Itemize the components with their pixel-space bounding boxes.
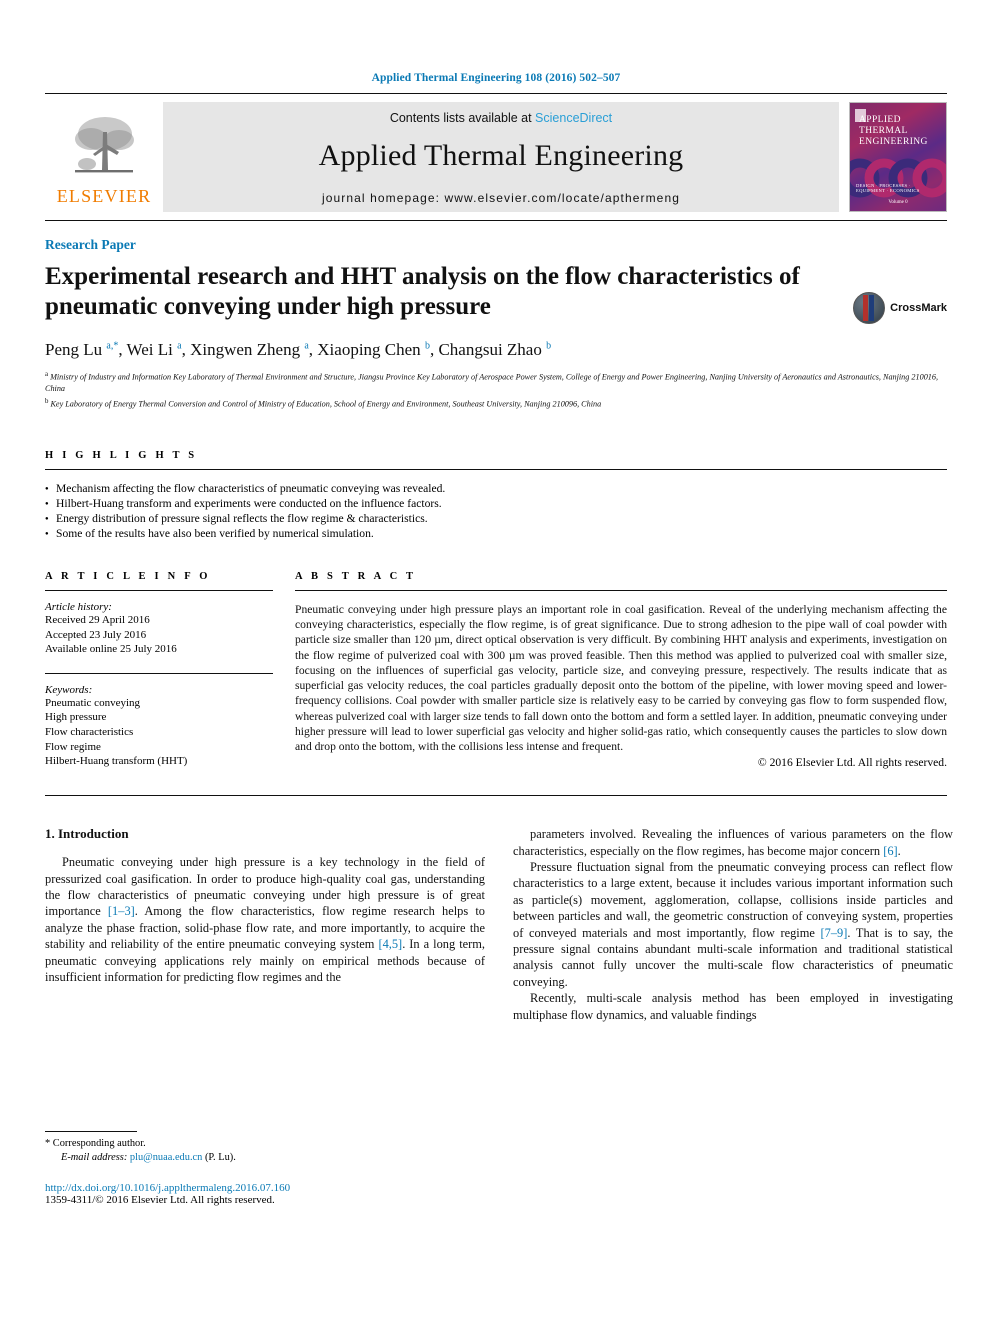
list-item: Hilbert-Huang transform and experiments … (45, 496, 947, 512)
history-available-online: Available online 25 July 2016 (45, 643, 177, 656)
journal-homepage-link[interactable]: journal homepage: www.elsevier.com/locat… (322, 191, 680, 205)
section-heading-introduction: 1. Introduction (45, 826, 129, 842)
affiliation-b: b Key Laboratory of Energy Thermal Conve… (45, 398, 602, 409)
citation-ref[interactable]: [7–9] (821, 926, 848, 940)
citation-ref[interactable]: [4,5] (378, 937, 402, 951)
email-note: E-mail address: plu@nuaa.edu.cn (P. Lu). (45, 1151, 485, 1165)
body-divider (45, 795, 947, 797)
crossmark-badge[interactable]: CrossMark (853, 292, 947, 324)
cover-title-line2: THERMAL (859, 126, 908, 136)
keyword-item: Flow characteristics (45, 726, 134, 739)
article-info-label: A R T I C L E I N F O (45, 571, 211, 583)
paper-page: Applied Thermal Engineering 108 (2016) 5… (0, 0, 992, 1323)
cover-footer-text: DESIGN · PROCESSES · EQUIPMENT · ECONOMI… (856, 183, 920, 193)
paragraph-text: Recently, multi-scale analysis method ha… (513, 991, 953, 1022)
footnotes: * Corresponding author. E-mail address: … (45, 1131, 485, 1206)
contents-prefix: Contents lists available at (389, 111, 536, 125)
highlights-label: H I G H L I G H T S (45, 450, 198, 462)
body-columns: 1. Introduction Pneumatic conveying unde… (45, 826, 953, 1206)
citation-ref[interactable]: [6] (883, 844, 897, 858)
body-column-right: parameters involved. Revealing the influ… (513, 826, 953, 1206)
citation-ref[interactable]: [1–3] (108, 904, 135, 918)
affiliation-a: a Ministry of Industry and Information K… (45, 371, 939, 393)
abstract-section: A B S T R A C T Pneumatic conveying unde… (295, 571, 947, 769)
email-owner: (P. Lu). (204, 1151, 236, 1163)
paragraph: Pneumatic conveying under high pressure … (45, 854, 485, 985)
crossmark-red-bar (863, 295, 869, 321)
running-head: Applied Thermal Engineering 108 (2016) 5… (371, 72, 621, 84)
article-info-section: A R T I C L E I N F O Article history: R… (45, 571, 273, 769)
keyword-item: Pneumatic conveying (45, 696, 141, 709)
contents-available-line: Contents lists available at ScienceDirec… (390, 111, 612, 125)
paragraph: Recently, multi-scale analysis method ha… (513, 990, 953, 1023)
highlights-list: Mechanism affecting the flow characteris… (45, 481, 947, 542)
elsevier-wordmark: ELSEVIER (56, 185, 152, 206)
paragraph: parameters involved. Revealing the influ… (513, 826, 953, 859)
cover-title: APPLIED THERMAL ENGINEERING (859, 115, 928, 148)
abstract-divider (295, 590, 947, 592)
footnote-divider (45, 1131, 137, 1133)
crossmark-blue-bar (869, 295, 875, 321)
paragraph-text: . (897, 843, 901, 858)
abstract-text: Pneumatic conveying under high pressure … (295, 603, 947, 753)
email-link[interactable]: plu@nuaa.edu.cn (130, 1152, 202, 1163)
keyword-item: Hilbert-Huang transform (HHT) (45, 755, 188, 768)
doi-block: http://dx.doi.org/10.1016/j.applthermale… (45, 1182, 485, 1206)
keyword-item: High pressure (45, 711, 107, 724)
corresponding-author-note: * Corresponding author. (45, 1138, 146, 1150)
crossmark-label: CrossMark (890, 302, 947, 314)
journal-band: Contents lists available at ScienceDirec… (163, 102, 839, 212)
article-info-divider (45, 590, 273, 592)
cover-title-line3: ENGINEERING (859, 137, 928, 147)
elsevier-logo: ELSEVIER (45, 94, 163, 220)
cover-volume-text: Volume 0 (888, 200, 908, 205)
cover-rings-graphic (850, 158, 946, 198)
article-history-label: Article history: (45, 601, 112, 614)
highlights-section: H I G H L I G H T S Mechanism affecting … (45, 450, 947, 542)
email-label: E-mail address: (61, 1151, 128, 1163)
history-received: Received 29 April 2016 (45, 614, 150, 627)
list-item: Mechanism affecting the flow characteris… (45, 481, 947, 497)
issn-copyright: 1359-4311/© 2016 Elsevier Ltd. All right… (45, 1194, 275, 1207)
info-abstract-row: A R T I C L E I N F O Article history: R… (45, 571, 947, 769)
doi-link[interactable]: http://dx.doi.org/10.1016/j.applthermale… (45, 1182, 485, 1194)
crossmark-icon (853, 292, 886, 324)
keywords-label: Keywords: (45, 683, 93, 696)
abstract-label: A B S T R A C T (295, 571, 417, 583)
paragraph: Pressure fluctuation signal from the pne… (513, 859, 953, 990)
journal-cover-thumbnail: APPLIED THERMAL ENGINEERING DESIGN · PRO… (849, 102, 947, 212)
list-item: Energy distribution of pressure signal r… (45, 511, 947, 527)
history-accepted: Accepted 23 July 2016 (45, 628, 147, 641)
article-type-label: Research Paper (45, 237, 136, 252)
elsevier-tree-icon (75, 116, 134, 172)
keywords-divider (45, 672, 273, 674)
cover-title-line1: APPLIED (859, 115, 901, 125)
journal-title: Applied Thermal Engineering (318, 139, 684, 172)
keyword-item: Flow regime (45, 740, 101, 753)
author-list: Peng Lu a,*, Wei Li a, Xingwen Zheng a, … (45, 340, 552, 359)
sciencedirect-link[interactable]: ScienceDirect (535, 111, 612, 125)
highlights-divider (45, 469, 947, 471)
body-column-left: 1. Introduction Pneumatic conveying unde… (45, 826, 485, 1206)
page-title: Experimental research and HHT analysis o… (45, 263, 800, 320)
list-item: Some of the results have also been verif… (45, 526, 947, 542)
journal-masthead: ELSEVIER Contents lists available at Sci… (45, 93, 947, 221)
abstract-copyright: © 2016 Elsevier Ltd. All rights reserved… (757, 756, 947, 770)
